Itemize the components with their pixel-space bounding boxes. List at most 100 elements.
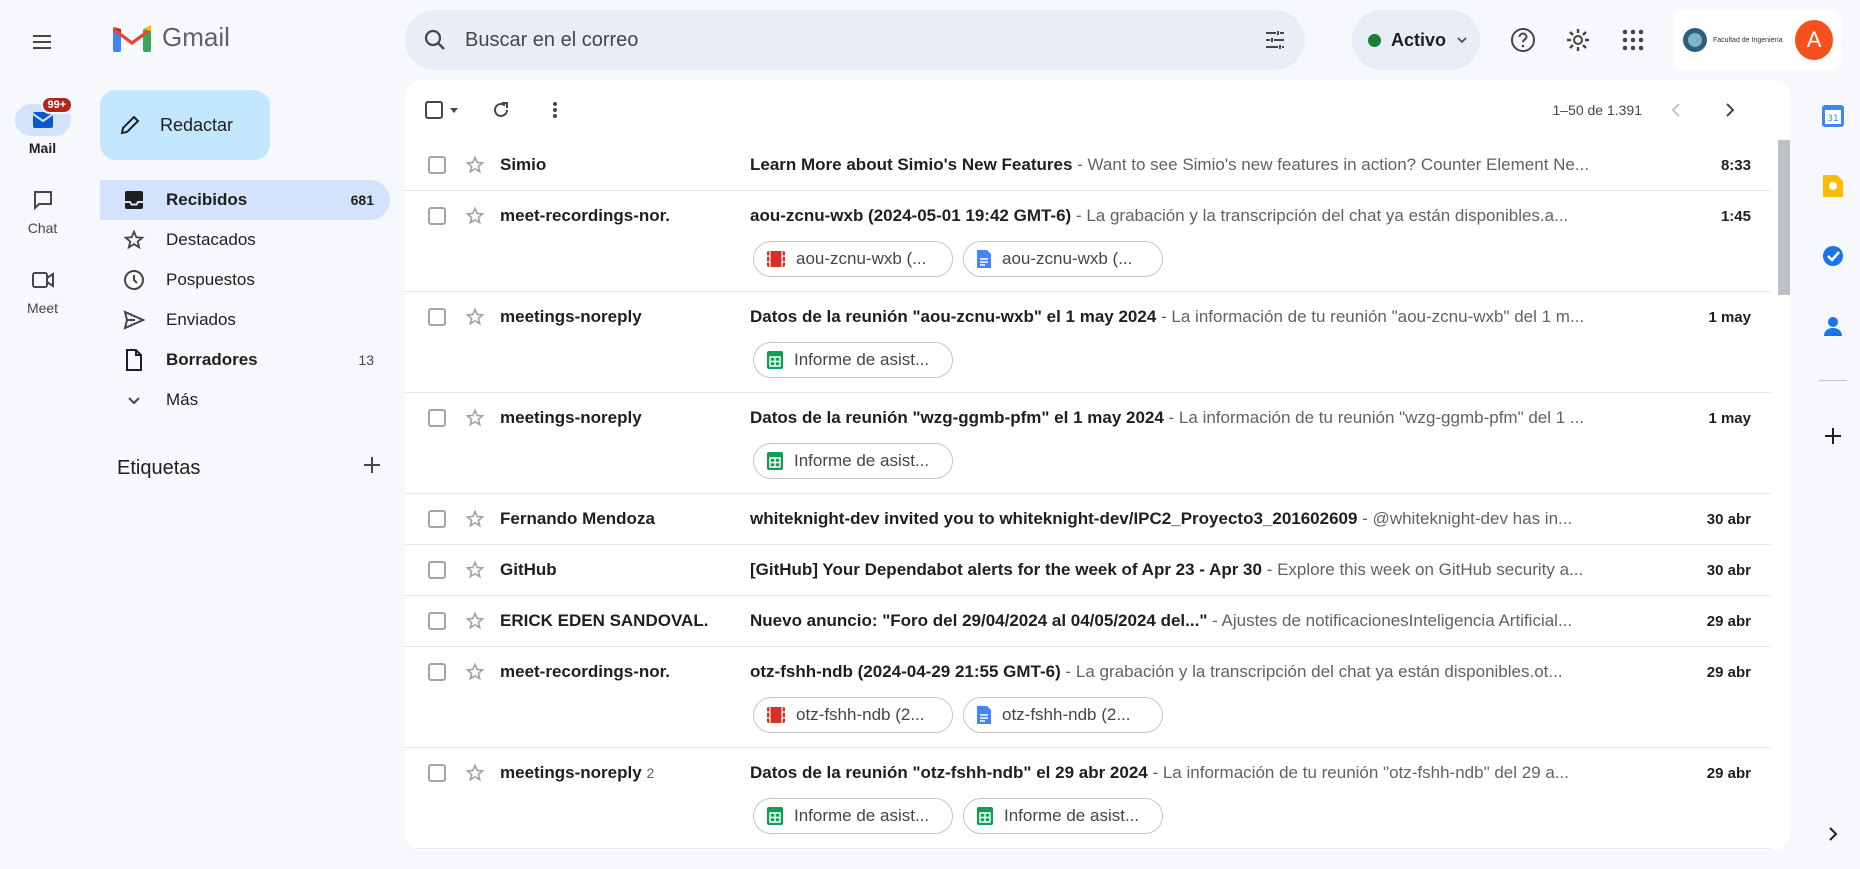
attachment-chip[interactable]: Informe de asist... [753,798,953,834]
email-row[interactable]: meetings-noreply 2 Datos de la reunión "o… [405,748,1771,849]
show-side-panel-button[interactable] [1817,818,1849,850]
video-icon [31,272,54,288]
row-checkbox[interactable] [428,308,446,326]
compose-button[interactable]: Redactar [100,90,270,160]
attachment-chip[interactable]: Informe de asist... [753,342,953,378]
email-snippet: - La grabación y la transcripción del ch… [1071,206,1569,225]
list-toolbar: 1–50 de 1.391 [405,80,1790,140]
star-toggle[interactable] [464,206,486,226]
nav-item-more[interactable]: Más [100,380,390,420]
email-sender: ERICK EDEN SANDOVAL. [500,611,708,631]
keep-button[interactable] [1817,170,1849,202]
apps-button[interactable] [1613,20,1653,60]
nav-item-sent[interactable]: Enviados [100,300,390,340]
row-checkbox[interactable] [428,156,446,174]
star-outline-icon [465,611,485,630]
star-toggle[interactable] [464,611,486,631]
status-label: Activo [1391,29,1447,50]
attachment-chip[interactable]: aou-zcnu-wxb (... [963,241,1163,277]
nav-item-inbox[interactable]: Recibidos 681 [100,180,390,220]
rail-label-chat: Chat [27,220,58,236]
email-row[interactable]: meet-recordings-nor. otz-fshh-ndb (2024-… [405,647,1771,748]
star-toggle[interactable] [464,560,486,580]
scrollbar[interactable] [1776,140,1790,840]
email-row-line: meet-recordings-nor. otz-fshh-ndb (2024-… [405,647,1771,697]
status-dropdown[interactable]: Activo [1352,10,1480,70]
star-toggle[interactable] [464,763,486,783]
attachment-name: aou-zcnu-wxb (... [1002,249,1133,268]
email-row[interactable]: Fernando Mendoza whiteknight-dev invited… [405,494,1771,545]
attachment-chip[interactable]: otz-fshh-ndb (2... [963,697,1163,733]
unread-badge: 99+ [40,96,74,114]
org-name: Facultad de Ingeniería [1713,36,1783,44]
attachment-chip[interactable]: Informe de asist... [963,798,1163,834]
email-row[interactable]: Simio Learn More about Simio's New Featu… [405,140,1771,191]
attachment-name: Informe de asist... [1004,806,1140,825]
tasks-button[interactable] [1817,240,1849,272]
contacts-button[interactable] [1817,310,1849,342]
attachment-chip[interactable]: Informe de asist... [753,443,953,479]
row-checkbox[interactable] [428,612,446,630]
star-toggle[interactable] [464,662,486,682]
row-checkbox[interactable] [428,764,446,782]
row-checkbox[interactable] [428,663,446,681]
select-all-dropdown[interactable] [425,90,459,130]
compose-label: Redactar [160,114,234,135]
email-row[interactable]: ERICK EDEN SANDOVAL. Nuevo anuncio: "For… [405,596,1771,647]
star-toggle[interactable] [464,307,486,327]
star-toggle[interactable] [464,155,486,175]
select-all-checkbox[interactable] [425,101,443,119]
main-menu-button[interactable] [22,22,62,62]
row-checkbox[interactable] [428,409,446,427]
email-date: 8:33 [1720,156,1751,174]
support-button[interactable] [1503,20,1543,60]
email-row[interactable]: meetings-noreply Datos de la reunión "wz… [405,393,1771,494]
get-addons-button[interactable] [1817,420,1849,452]
row-checkbox[interactable] [428,510,446,528]
refresh-icon [494,102,508,117]
attachment-chip[interactable]: aou-zcnu-wxb (... [753,241,953,277]
older-page-button[interactable] [1710,90,1750,130]
email-date: 29 abr [1706,612,1751,630]
email-row[interactable]: GitHub [GitHub] Your Dependabot alerts f… [405,545,1771,596]
email-snippet: - La grabación y la transcripción del ch… [1060,662,1563,681]
nav-label: Enviados [166,310,236,329]
menu-icon [33,35,51,49]
more-actions-button[interactable] [535,90,575,130]
calendar-button[interactable]: 31 [1817,100,1849,132]
caret-down-icon [450,108,458,113]
rail-item-chat[interactable]: Chat [0,184,85,236]
nav-item-drafts[interactable]: Borradores 13 [100,340,390,380]
settings-button[interactable] [1558,20,1598,60]
email-sender: meetings-noreply [500,408,642,428]
star-toggle[interactable] [464,408,486,428]
newer-page-button[interactable] [1656,90,1696,130]
rail-item-mail[interactable]: 99+ Mail [0,96,85,156]
pagination: 1–50 de 1.391 [1552,90,1750,130]
divider [1819,380,1847,381]
scrollbar-thumb[interactable] [1778,140,1790,295]
email-row-line: GitHub [GitHub] Your Dependabot alerts f… [405,545,1771,595]
nav-item-snoozed[interactable]: Pospuestos [100,260,390,300]
attachment-chips: otz-fshh-ndb (2... otz-fshh-ndb (2... [405,697,1771,747]
search-bar[interactable] [405,10,1305,70]
star-outline-icon [465,206,485,225]
search-input[interactable] [465,28,1245,52]
side-panel: 31 [1805,0,1860,869]
refresh-button[interactable] [481,90,521,130]
star-toggle[interactable] [464,509,486,529]
nav-label: Destacados [166,230,256,249]
nav-item-starred[interactable]: Destacados [100,220,390,260]
row-checkbox[interactable] [428,561,446,579]
rail-item-meet[interactable]: Meet [0,264,85,316]
email-row-line: meetings-noreply Datos de la reunión "wz… [405,393,1771,443]
attachment-chip[interactable]: otz-fshh-ndb (2... [753,697,953,733]
create-label-button[interactable] [362,455,382,481]
gmail-logo[interactable]: Gmail [112,22,230,53]
search-button[interactable] [405,28,465,52]
chevron-right-icon [1726,103,1735,117]
row-checkbox[interactable] [428,207,446,225]
email-row[interactable]: meet-recordings-nor. aou-zcnu-wxb (2024-… [405,191,1771,292]
email-row[interactable]: meetings-noreply Datos de la reunión "ao… [405,292,1771,393]
search-options-button[interactable] [1245,28,1305,52]
